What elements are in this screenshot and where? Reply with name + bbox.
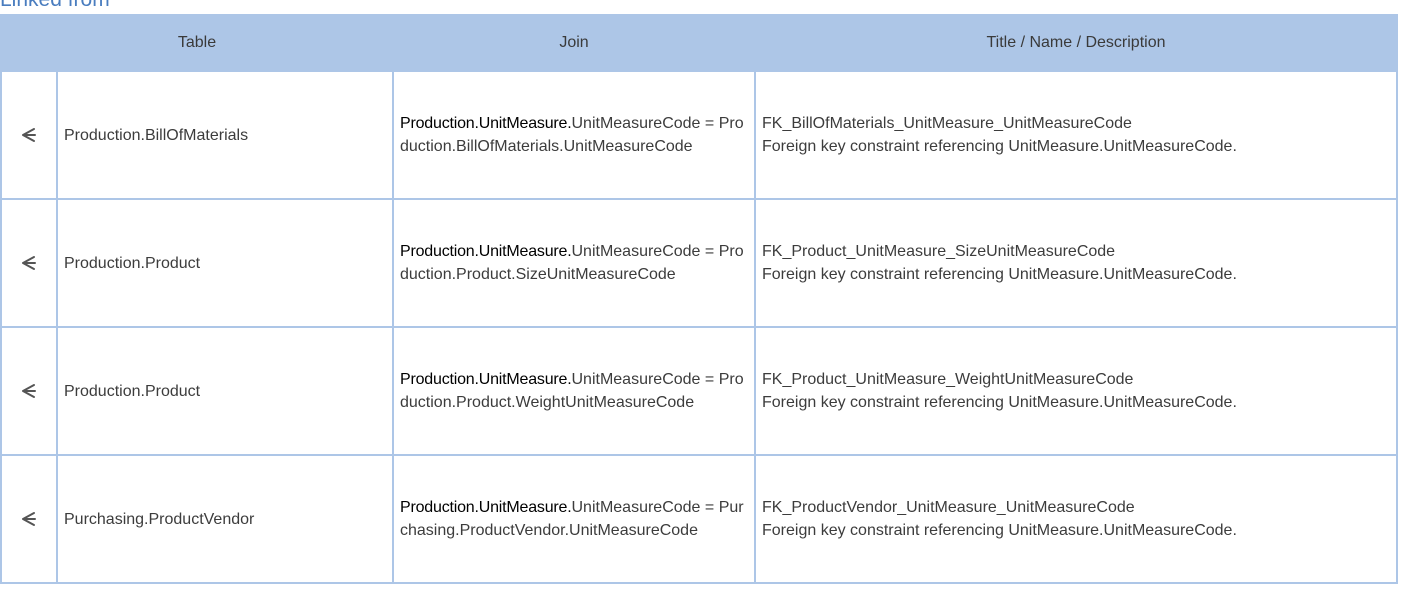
fk-name: FK_Product_UnitMeasure_WeightUnitMeasure… [762, 371, 1134, 388]
header-title[interactable]: Title / Name / Description [754, 14, 1398, 71]
join-source: Production.UnitMeasure. [400, 371, 572, 388]
title-cell: FK_Product_UnitMeasure_WeightUnitMeasure… [754, 326, 1398, 456]
arrow-left-icon [21, 127, 37, 144]
table-name-cell: Production.Product [56, 326, 394, 456]
fk-name: FK_Product_UnitMeasure_SizeUnitMeasureCo… [762, 243, 1116, 260]
join-source: Production.UnitMeasure. [400, 243, 572, 260]
fk-description: Foreign key constraint referencing UnitM… [762, 138, 1237, 155]
arrow-left-icon [21, 511, 37, 528]
table-name-cell: Production.Product [56, 198, 394, 328]
arrow-left-icon [21, 383, 37, 400]
fk-name: FK_ProductVendor_UnitMeasure_UnitMeasure… [762, 499, 1135, 516]
title-cell: FK_ProductVendor_UnitMeasure_UnitMeasure… [754, 454, 1398, 584]
icon-cell [0, 454, 58, 584]
join-cell: Production.UnitMeasure.UnitMeasureCode =… [392, 70, 756, 200]
table-name-cell: Purchasing.ProductVendor [56, 454, 394, 584]
table-row: Production.Product Production.UnitMeasur… [0, 198, 1398, 328]
fk-description: Foreign key constraint referencing UnitM… [762, 266, 1237, 283]
join-cell: Production.UnitMeasure.UnitMeasureCode =… [392, 454, 756, 584]
fk-description: Foreign key constraint referencing UnitM… [762, 522, 1237, 539]
fk-name: FK_BillOfMaterials_UnitMeasure_UnitMeasu… [762, 115, 1132, 132]
join-cell: Production.UnitMeasure.UnitMeasureCode =… [392, 198, 756, 328]
header-table[interactable]: Table [0, 14, 394, 71]
icon-cell [0, 326, 58, 456]
header-row: Table Join Title / Name / Description [0, 14, 1398, 71]
fk-description: Foreign key constraint referencing UnitM… [762, 394, 1237, 411]
section-title: Linked from [0, 0, 110, 12]
table-row: Production.Product Production.UnitMeasur… [0, 326, 1398, 456]
table-name-link[interactable]: Production.Product [64, 255, 200, 272]
title-cell: FK_Product_UnitMeasure_SizeUnitMeasureCo… [754, 198, 1398, 328]
header-join[interactable]: Join [392, 14, 756, 71]
table-name-link[interactable]: Production.BillOfMaterials [64, 127, 248, 144]
linked-from-table: Table Join Title / Name / Description Pr… [0, 14, 1398, 584]
icon-cell [0, 70, 58, 200]
table-row: Purchasing.ProductVendor Production.Unit… [0, 454, 1398, 584]
icon-cell [0, 198, 58, 328]
join-source: Production.UnitMeasure. [400, 115, 572, 132]
table-name-cell: Production.BillOfMaterials [56, 70, 394, 200]
join-cell: Production.UnitMeasure.UnitMeasureCode =… [392, 326, 756, 456]
table-name-link[interactable]: Purchasing.ProductVendor [64, 511, 254, 528]
join-source: Production.UnitMeasure. [400, 499, 572, 516]
page: Linked from Table Join Title / Name / De… [0, 0, 1404, 593]
table-name-link[interactable]: Production.Product [64, 383, 200, 400]
table-row: Production.BillOfMaterials Production.Un… [0, 70, 1398, 200]
title-cell: FK_BillOfMaterials_UnitMeasure_UnitMeasu… [754, 70, 1398, 200]
arrow-left-icon [21, 255, 37, 272]
